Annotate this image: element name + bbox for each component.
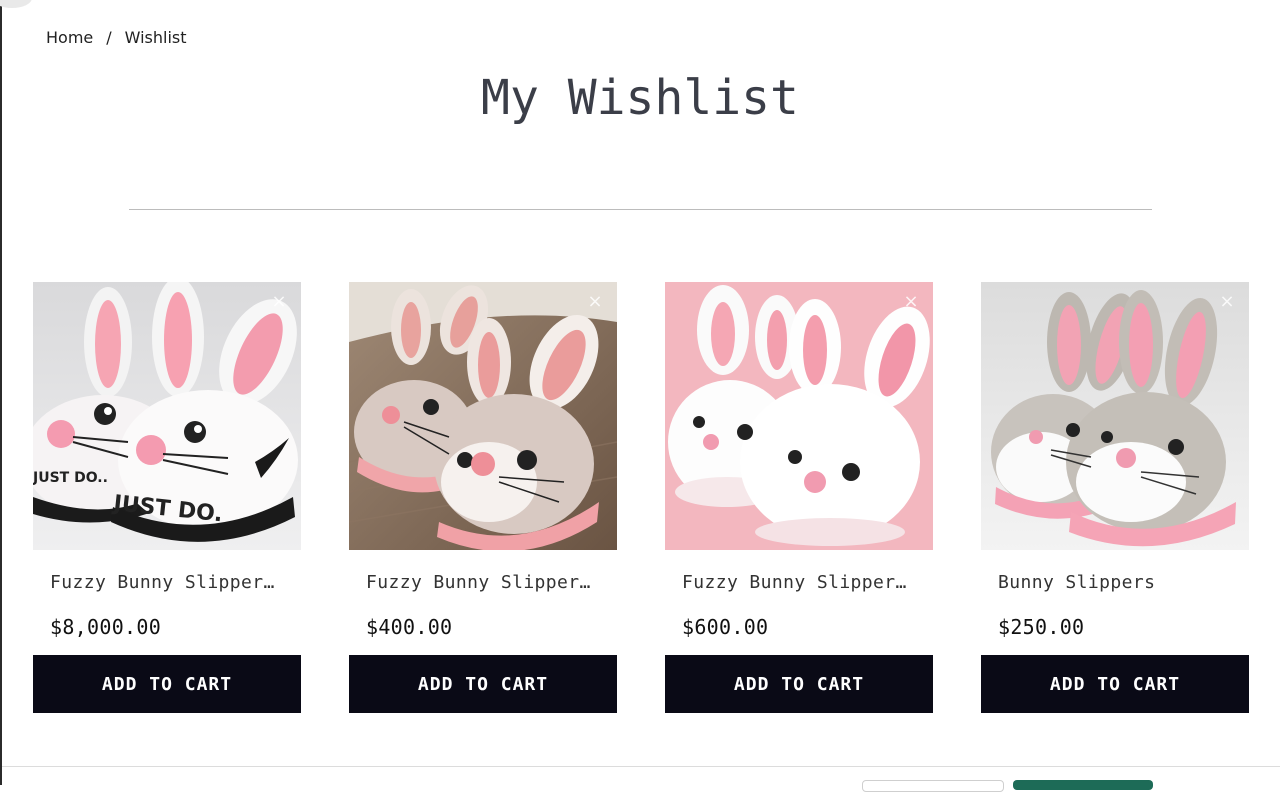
breadcrumb-separator: / (106, 28, 112, 47)
product-price: $250.00 (998, 615, 1085, 639)
product-price: $400.00 (366, 615, 453, 639)
add-to-cart-button[interactable]: ADD TO CART (981, 655, 1249, 713)
remove-item-icon[interactable]: × (901, 292, 921, 312)
product-name[interactable]: Fuzzy Bunny Slippers - Just Do (50, 572, 284, 593)
product-price: $600.00 (682, 615, 769, 639)
product-image[interactable]: JUST DO.. JUST DO. × (33, 282, 301, 550)
title-divider (129, 209, 1152, 210)
wishlist-card: × Bunny Slippers $250.00 ADD TO CART (981, 282, 1249, 713)
add-to-cart-button[interactable]: ADD TO CART (665, 655, 933, 713)
svg-text:JUST DO..: JUST DO.. (33, 470, 108, 486)
product-image[interactable]: × (981, 282, 1249, 550)
product-price: $8,000.00 (50, 615, 162, 639)
remove-item-icon[interactable]: × (1217, 292, 1237, 312)
add-to-cart-button[interactable]: ADD TO CART (33, 655, 301, 713)
footer-secondary-button[interactable] (862, 780, 1004, 792)
breadcrumb: Home / Wishlist (46, 28, 187, 47)
wishlist-card: × Fuzzy Bunny Slippers - White $600.00 A… (665, 282, 933, 713)
remove-item-icon[interactable]: × (585, 292, 605, 312)
product-name[interactable]: Fuzzy Bunny Slippers - White (682, 572, 916, 593)
footer-primary-button[interactable] (1013, 780, 1153, 790)
wishlist-card: JUST DO.. JUST DO. × Fuzzy Bunny Slipper… (33, 282, 301, 713)
product-image[interactable]: × (665, 282, 933, 550)
corner-decoration (0, 0, 32, 8)
product-image[interactable]: × (349, 282, 617, 550)
page-title: My Wishlist (481, 70, 799, 126)
product-name[interactable]: Bunny Slippers (998, 572, 1232, 593)
wishlist-card: × Fuzzy Bunny Slippers - Brown $400.00 A… (349, 282, 617, 713)
add-to-cart-button[interactable]: ADD TO CART (349, 655, 617, 713)
remove-item-icon[interactable]: × (269, 292, 289, 312)
product-name[interactable]: Fuzzy Bunny Slippers - Brown (366, 572, 600, 593)
breadcrumb-current: Wishlist (124, 28, 187, 47)
breadcrumb-home-link[interactable]: Home (46, 28, 93, 47)
